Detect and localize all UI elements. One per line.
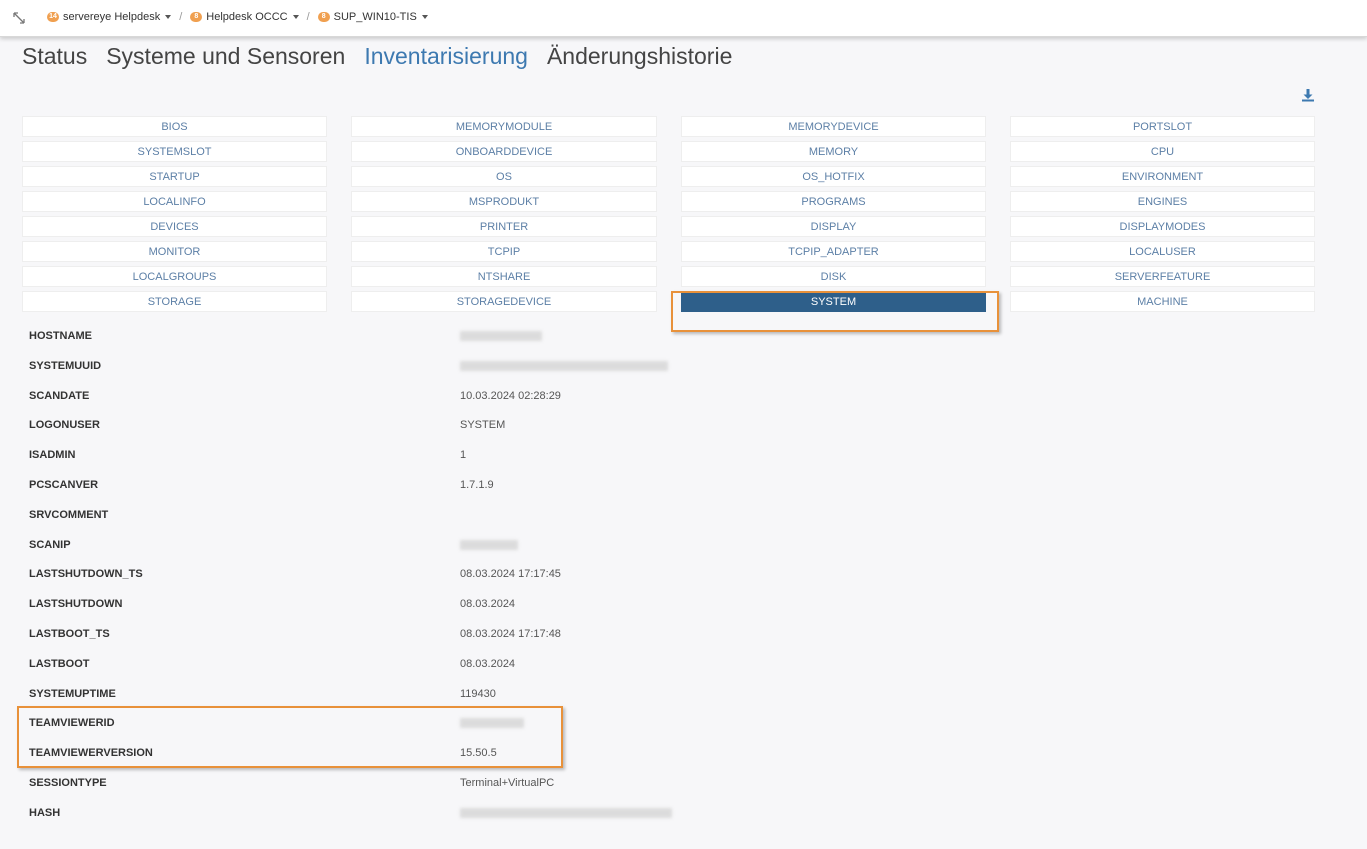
category-button-tcpip-adapter[interactable]: TCPIP_ADAPTER (681, 241, 986, 262)
category-button-localgroups[interactable]: LOCALGROUPS (22, 266, 327, 287)
property-key: PCSCANVER (29, 478, 99, 491)
breadcrumb-item-customer[interactable]: 14 servereye Helpdesk (47, 11, 172, 23)
category-button-memorymodule[interactable]: MEMORYMODULE (351, 116, 657, 137)
breadcrumb-label: SUP_WIN10-TIS (333, 11, 417, 23)
category-button-disk[interactable]: DISK (681, 266, 986, 287)
tab-inventory[interactable]: Inventarisierung (364, 43, 528, 70)
tab-systems-sensors[interactable]: Systeme und Sensoren (106, 43, 345, 70)
breadcrumb: 14 servereye Helpdesk / 8 Helpdesk OCCC … (47, 11, 428, 23)
property-key: LOGONUSER (29, 419, 100, 432)
property-value: 119430 (460, 687, 496, 700)
property-value: Terminal+VirtualPC (460, 776, 555, 789)
property-value: 08.03.2024 17:17:45 (460, 568, 561, 581)
property-key: HOSTNAME (29, 330, 92, 342)
property-key: SYSTEMUUID (29, 359, 102, 372)
category-button-localinfo[interactable]: LOCALINFO (22, 191, 327, 212)
redacted-value (460, 360, 668, 371)
count-badge: 8 (190, 12, 203, 22)
category-button-devices[interactable]: DEVICES (22, 216, 327, 237)
category-button-onboarddevice[interactable]: ONBOARDDEVICE (351, 141, 657, 162)
breadcrumb-separator: / (306, 11, 310, 23)
category-button-bios[interactable]: BIOS (22, 116, 327, 137)
category-button-storage[interactable]: STORAGE (22, 291, 327, 312)
property-key: SYSTEMUPTIME (29, 687, 116, 700)
category-button-startup[interactable]: STARTUP (22, 166, 327, 187)
category-button-serverfeature[interactable]: SERVERFEATURE (1010, 266, 1315, 287)
breadcrumb-label: servereye Helpdesk (63, 11, 161, 23)
redacted-value (460, 807, 672, 818)
category-button-tcpip[interactable]: TCPIP (351, 241, 657, 262)
caret-down-icon (292, 15, 299, 19)
property-value: SYSTEM (460, 419, 506, 432)
category-button-ntshare[interactable]: NTSHARE (351, 266, 657, 287)
category-button-printer[interactable]: PRINTER (351, 216, 657, 237)
caret-down-icon (421, 15, 428, 19)
category-button-systemslot[interactable]: SYSTEMSLOT (22, 141, 327, 162)
category-button-monitor[interactable]: MONITOR (22, 241, 327, 262)
highlight-frame (671, 291, 999, 332)
category-button-memorydevice[interactable]: MEMORYDEVICE (681, 116, 986, 137)
caret-down-icon (165, 15, 172, 19)
property-key: LASTBOOT (29, 657, 90, 670)
breadcrumb-separator: / (179, 11, 183, 23)
category-grid: BIOS MEMORYMODULE MEMORYDEVICE PORTSLOT SYST… (22, 116, 1315, 312)
property-key: SCANDATE (29, 389, 90, 402)
category-button-msprodukt[interactable]: MSPRODUKT (351, 191, 657, 212)
category-button-os-hotfix[interactable]: OS_HOTFIX (681, 166, 986, 187)
tab-status[interactable]: Status (22, 43, 87, 70)
breadcrumb-item-system[interactable]: 8 SUP_WIN10-TIS (317, 11, 428, 23)
highlight-frame (17, 706, 563, 768)
category-button-environment[interactable]: ENVIRONMENT (1010, 166, 1315, 187)
property-value: 1 (460, 449, 467, 462)
property-key: SESSIONTYPE (29, 776, 107, 789)
category-button-engines[interactable]: ENGINES (1010, 191, 1315, 212)
category-button-cpu[interactable]: CPU (1010, 141, 1315, 162)
property-key: LASTSHUTDOWN_TS (29, 568, 143, 581)
category-button-os[interactable]: OS (351, 166, 657, 187)
category-button-machine[interactable]: MACHINE (1010, 291, 1315, 312)
main-tabs: Status Systeme und Sensoren Inventarisie… (22, 43, 751, 70)
redacted-value (460, 331, 542, 341)
property-value: 08.03.2024 (460, 598, 516, 611)
expand-arrows-icon[interactable] (11, 10, 27, 26)
property-value: 08.03.2024 17:17:48 (460, 627, 561, 640)
count-badge: 14 (47, 12, 59, 22)
breadcrumb-item-group[interactable]: 8 Helpdesk OCCC (190, 11, 299, 23)
category-button-portslot[interactable]: PORTSLOT (1010, 116, 1315, 137)
category-button-display[interactable]: DISPLAY (681, 216, 986, 237)
property-key: SRVCOMMENT (29, 508, 109, 521)
count-badge: 8 (317, 12, 330, 22)
property-value: 10.03.2024 02:28:29 (460, 389, 561, 402)
redacted-value (460, 539, 518, 550)
category-button-programs[interactable]: PROGRAMS (681, 191, 986, 212)
category-button-displaymodes[interactable]: DISPLAYMODES (1010, 216, 1315, 237)
download-icon[interactable] (1301, 88, 1315, 102)
tab-change-history[interactable]: Änderungshistorie (547, 43, 732, 70)
property-key: LASTBOOT_TS (29, 627, 110, 640)
breadcrumb-label: Helpdesk OCCC (206, 11, 288, 23)
property-key: LASTSHUTDOWN (29, 598, 123, 611)
top-bar: 14 servereye Helpdesk / 8 Helpdesk OCCC … (0, 0, 1367, 37)
category-button-storagedevice[interactable]: STORAGEDEVICE (351, 291, 657, 312)
property-value: 08.03.2024 (460, 657, 516, 670)
category-button-localuser[interactable]: LOCALUSER (1010, 241, 1315, 262)
property-value: 1.7.1.9 (460, 478, 494, 491)
category-button-memory[interactable]: MEMORY (681, 141, 986, 162)
property-key: SCANIP (29, 538, 71, 551)
property-key: ISADMIN (29, 449, 76, 462)
property-key: HASH (29, 806, 61, 819)
